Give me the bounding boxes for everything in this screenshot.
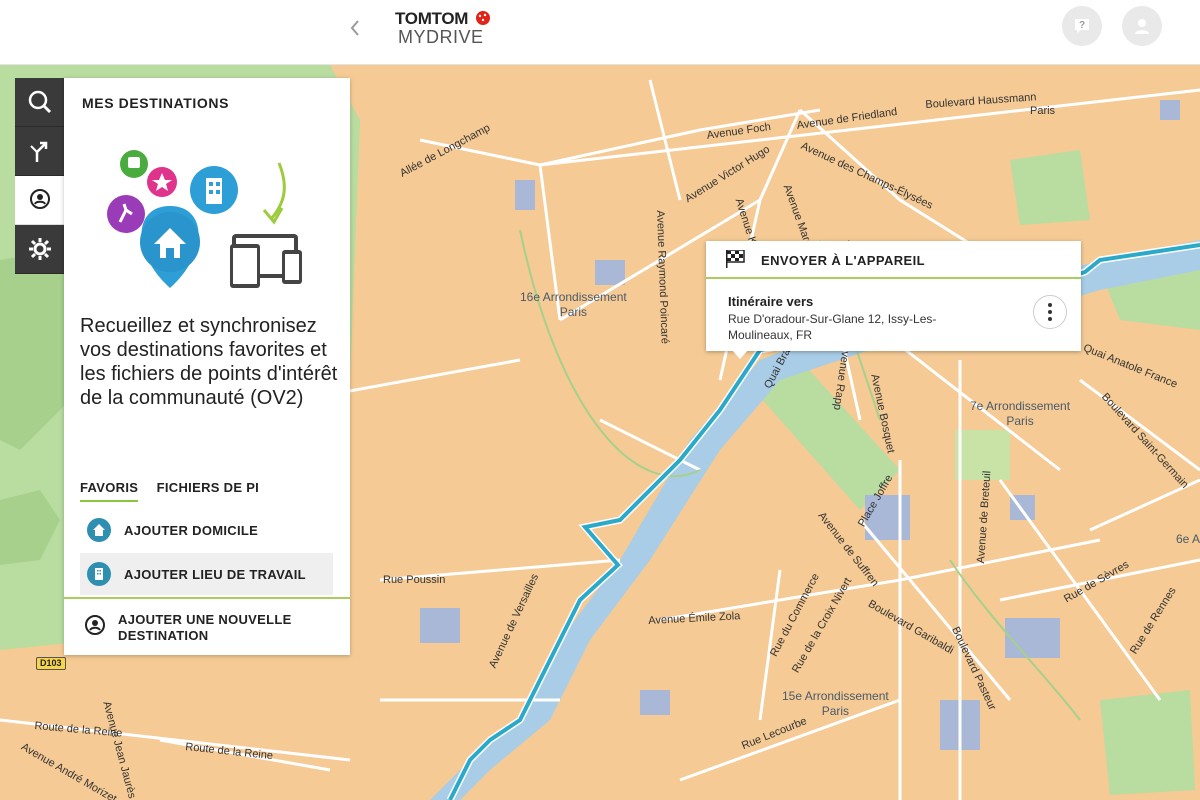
add-work-item[interactable]: AJOUTER LIEU DE TRAVAIL: [80, 553, 333, 595]
route-popup: ENVOYER À L'APPAREIL Itinéraire vers Rue…: [706, 241, 1081, 359]
work-icon: [87, 562, 111, 586]
my-places-button[interactable]: [15, 176, 64, 225]
tomtom-mydrive-logo: TOMTOM MYDRIVE: [395, 7, 505, 47]
logo-top-text: TOMTOM: [395, 9, 469, 28]
account-button[interactable]: [1122, 6, 1162, 46]
add-work-label: AJOUTER LIEU DE TRAVAIL: [124, 567, 306, 582]
search-icon: [28, 90, 51, 114]
popup-divider: [706, 277, 1081, 279]
svg-text:?: ?: [1079, 20, 1085, 31]
add-destination-button[interactable]: AJOUTER UNE NOUVELLE DESTINATION: [64, 602, 350, 652]
tab-fichiers-de-pi[interactable]: FICHIERS DE PI: [157, 480, 259, 500]
settings-button[interactable]: [15, 225, 64, 274]
more-options-button[interactable]: [1033, 295, 1067, 329]
destinations-panel: MES DESTINATIONS Recueillez et synchroni…: [64, 78, 350, 655]
route-address: Rue D'oradour-Sur-Glane 12, Issy-Les-Mou…: [728, 312, 937, 342]
tab-favoris[interactable]: FAVORIS: [80, 480, 139, 502]
send-to-device-button[interactable]: ENVOYER À L'APPAREIL: [706, 241, 1081, 277]
left-toolbar: [15, 78, 64, 274]
panel-description: Recueillez et synchronisez vos destinati…: [80, 315, 338, 409]
route-planner-button[interactable]: [15, 127, 64, 176]
user-icon: [1135, 19, 1149, 34]
popup-pointer: [731, 349, 749, 359]
checkered-flag-icon: [726, 250, 745, 268]
my-places-icon: [29, 189, 50, 209]
settings-icon: [28, 238, 51, 260]
logo-bottom-text: MYDRIVE: [398, 27, 484, 47]
route-icon: [29, 141, 47, 162]
panel-divider: [64, 597, 350, 599]
destinations-illustration: [107, 150, 302, 288]
send-to-device-label: ENVOYER À L'APPAREIL: [761, 253, 925, 268]
panel-title: MES DESTINATIONS: [82, 95, 230, 111]
help-button[interactable]: ?: [1062, 6, 1102, 46]
add-destination-label: AJOUTER UNE NOUVELLE DESTINATION: [118, 612, 292, 643]
add-home-item[interactable]: AJOUTER DOMICILE: [80, 509, 333, 551]
app-header: TOMTOM MYDRIVE ?: [0, 0, 1200, 65]
location-pin-icon: [85, 615, 105, 635]
home-icon: [87, 518, 111, 542]
route-to-title: Itinéraire vers: [728, 294, 814, 309]
add-home-label: AJOUTER DOMICILE: [124, 523, 259, 538]
logo-dice-icon: [476, 11, 490, 25]
chevron-left-icon: [350, 20, 359, 36]
back-button[interactable]: [343, 14, 367, 42]
help-speech-icon: ?: [1075, 19, 1089, 33]
more-vertical-icon: [1048, 303, 1052, 321]
destination-tabs: FAVORIS FICHIERS DE PI: [80, 479, 273, 502]
search-button[interactable]: [15, 78, 64, 127]
road-shield: D103: [36, 657, 66, 670]
